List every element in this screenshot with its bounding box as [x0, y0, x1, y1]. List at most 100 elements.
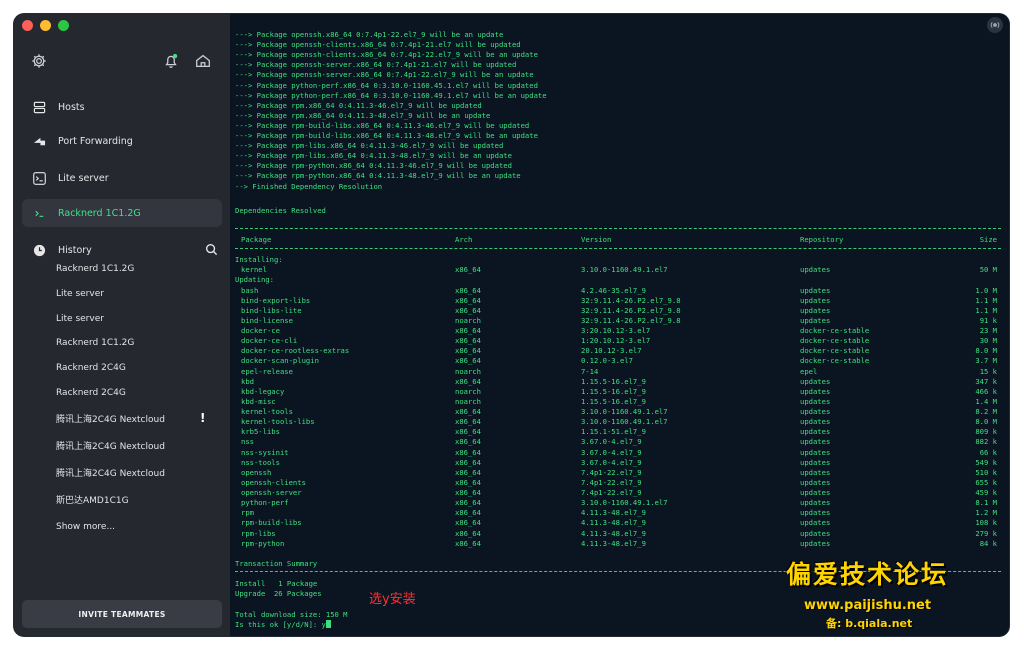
watermark-url: www.paijishu.net	[804, 598, 932, 613]
terminal-line: ---> Package python-perf.x86_64 0:3.10.0…	[235, 90, 547, 100]
nav-lite-server[interactable]: Lite server	[22, 164, 222, 192]
terminal-line: ---> Package rpm-python.x86_64 0:4.11.3-…	[235, 171, 521, 181]
updating-row-cell: updates	[800, 315, 831, 325]
installing-label: Installing:	[235, 255, 283, 264]
updating-row-cell: updates	[800, 457, 831, 467]
history-item[interactable]: 斯巴达AMD1C1G	[56, 494, 129, 508]
updating-row-cell: 4.11.3-48.el7_9	[581, 538, 646, 548]
updating-row-cell: updates	[800, 417, 831, 427]
updating-row-cell: x86_64	[455, 518, 481, 528]
updating-row-cell: x86_64	[455, 437, 481, 447]
updating-row-cell: openssh	[241, 467, 272, 477]
updating-row-cell: 1.15.5-16.el7_9	[581, 376, 646, 386]
updating-row-cell: 7.4p1-22.el7_9	[581, 488, 642, 498]
prompt-line[interactable]: Is this ok [y/d/N]: y	[235, 620, 331, 630]
updating-row-cell: x86_64	[455, 326, 481, 336]
close-window-button[interactable]	[22, 20, 33, 31]
updating-row-cell: kbd	[241, 376, 254, 386]
updating-row-cell: docker-ce-stable	[800, 356, 870, 366]
history-item[interactable]: Racknerd 2C4G	[56, 361, 126, 375]
app-window: Hosts Port Forwarding Lite server Rackne…	[14, 14, 1009, 636]
updating-row-cell: epel	[800, 366, 818, 376]
updating-row-cell: docker-ce	[241, 326, 280, 336]
history-item[interactable]: Lite server	[56, 312, 104, 326]
history-item[interactable]: 腾讯上海2C4G Nextcloud	[56, 467, 165, 481]
show-more-link[interactable]: Show more...	[56, 520, 115, 534]
updating-row-cell: krb5-libs	[241, 427, 280, 437]
minimize-window-button[interactable]	[40, 20, 51, 31]
notification-bell-icon[interactable]	[162, 52, 180, 70]
updating-row-cell: x86_64	[455, 336, 481, 346]
updating-row-cell: x86_64	[455, 498, 481, 508]
nav-racknerd-active[interactable]: Racknerd 1C1.2G	[22, 199, 222, 227]
updating-row-cell: updates	[800, 538, 831, 548]
terminal-line: ---> Package rpm.x86_64 0:4.11.3-48.el7_…	[235, 110, 491, 120]
updating-row-cell: updates	[800, 376, 831, 386]
installing-row-size: 50 M	[979, 265, 997, 274]
updating-row-size: 549 k	[975, 457, 997, 467]
history-item[interactable]: Racknerd 2C4G	[56, 386, 126, 400]
updating-row-cell: 3.10.0-1160.49.1.el7	[581, 498, 668, 508]
col-header-repository: Repository	[800, 235, 844, 244]
updating-row-cell: rpm	[241, 508, 254, 518]
col-header-arch: Arch	[455, 235, 473, 244]
download-size-line: Total download size: 150 M	[235, 610, 348, 619]
terminal-line: ---> Package rpm-build-libs.x86_64 0:4.1…	[235, 120, 530, 130]
updating-row-size: 809 k	[975, 427, 997, 437]
nav-racknerd-label: Racknerd 1C1.2G	[58, 207, 141, 219]
updating-row-size: 279 k	[975, 528, 997, 538]
updating-row-size: 8.2 M	[975, 407, 997, 417]
window-controls	[22, 20, 69, 31]
home-broadcast-icon[interactable]	[194, 52, 212, 70]
history-item[interactable]: Lite server	[56, 287, 104, 301]
broadcast-icon[interactable]	[987, 17, 1003, 33]
col-header-version: Version	[581, 235, 612, 244]
terminal-output[interactable]: Dependencies Resolved Package Arch Versi…	[230, 14, 1009, 636]
updating-row-cell: nss	[241, 437, 254, 447]
warning-mark: !	[200, 411, 206, 425]
sidebar-toolbar	[30, 52, 216, 72]
hosts-icon	[32, 100, 46, 114]
nav-hosts[interactable]: Hosts	[22, 93, 222, 121]
installing-row-cell: 3.10.0-1160.49.1.el7	[581, 265, 668, 274]
updating-row-cell: updates	[800, 386, 831, 396]
maximize-window-button[interactable]	[58, 20, 69, 31]
updating-row-size: 30 M	[979, 336, 997, 346]
history-item[interactable]: 腾讯上海2C4G Nextcloud	[56, 440, 165, 454]
updating-row-cell: kernel-tools	[241, 407, 293, 417]
nav-port-forwarding[interactable]: Port Forwarding	[22, 127, 222, 155]
updating-row-cell: epel-release	[241, 366, 293, 376]
updating-row-cell: 1:20.10.12-3.el7	[581, 336, 651, 346]
history-item[interactable]: 腾讯上海2C4G Nextcloud	[56, 413, 165, 427]
updating-row-cell: updates	[800, 437, 831, 447]
search-icon[interactable]	[205, 243, 218, 256]
updating-row-cell: rpm-python	[241, 538, 285, 548]
updating-row-size: 3.7 M	[975, 356, 997, 366]
updating-row-cell: x86_64	[455, 417, 481, 427]
updating-row-cell: kernel-tools-libs	[241, 417, 315, 427]
separator-line	[235, 228, 1001, 230]
updating-row-cell: docker-ce-stable	[800, 336, 870, 346]
updating-row-cell: updates	[800, 447, 831, 457]
updating-row-cell: updates	[800, 488, 831, 498]
updating-row-cell: x86_64	[455, 427, 481, 437]
updating-row-cell: kbd-misc	[241, 396, 276, 406]
terminal-line: --> Finished Dependency Resolution	[235, 181, 383, 191]
updating-row-cell: bash	[241, 285, 259, 295]
updating-row-cell: 4.11.3-48.el7_9	[581, 508, 646, 518]
terminal-line: ---> Package python-perf.x86_64 0:3.10.0…	[235, 80, 538, 90]
updating-row-cell: x86_64	[455, 346, 481, 356]
updating-row-cell: 1.15.1-51.el7_9	[581, 427, 646, 437]
updating-row-cell: x86_64	[455, 295, 481, 305]
invite-teammates-button[interactable]: INVITE TEAMMATES	[22, 600, 222, 628]
gear-icon[interactable]	[30, 52, 48, 70]
history-item[interactable]: Racknerd 1C1.2G	[56, 262, 134, 276]
terminal-line: ---> Package openssh-clients.x86_64 0:7.…	[235, 50, 538, 60]
terminal-line: ---> Package rpm-python.x86_64 0:4.11.3-…	[235, 161, 512, 171]
updating-row-cell: x86_64	[455, 538, 481, 548]
installing-row-cell: updates	[800, 265, 831, 274]
updating-row-cell: noarch	[455, 386, 481, 396]
updating-row-cell: 32:9.11.4-26.P2.el7_9.8	[581, 315, 681, 325]
updating-row-size: 1.4 M	[975, 396, 997, 406]
history-item[interactable]: Racknerd 1C1.2G	[56, 336, 134, 350]
